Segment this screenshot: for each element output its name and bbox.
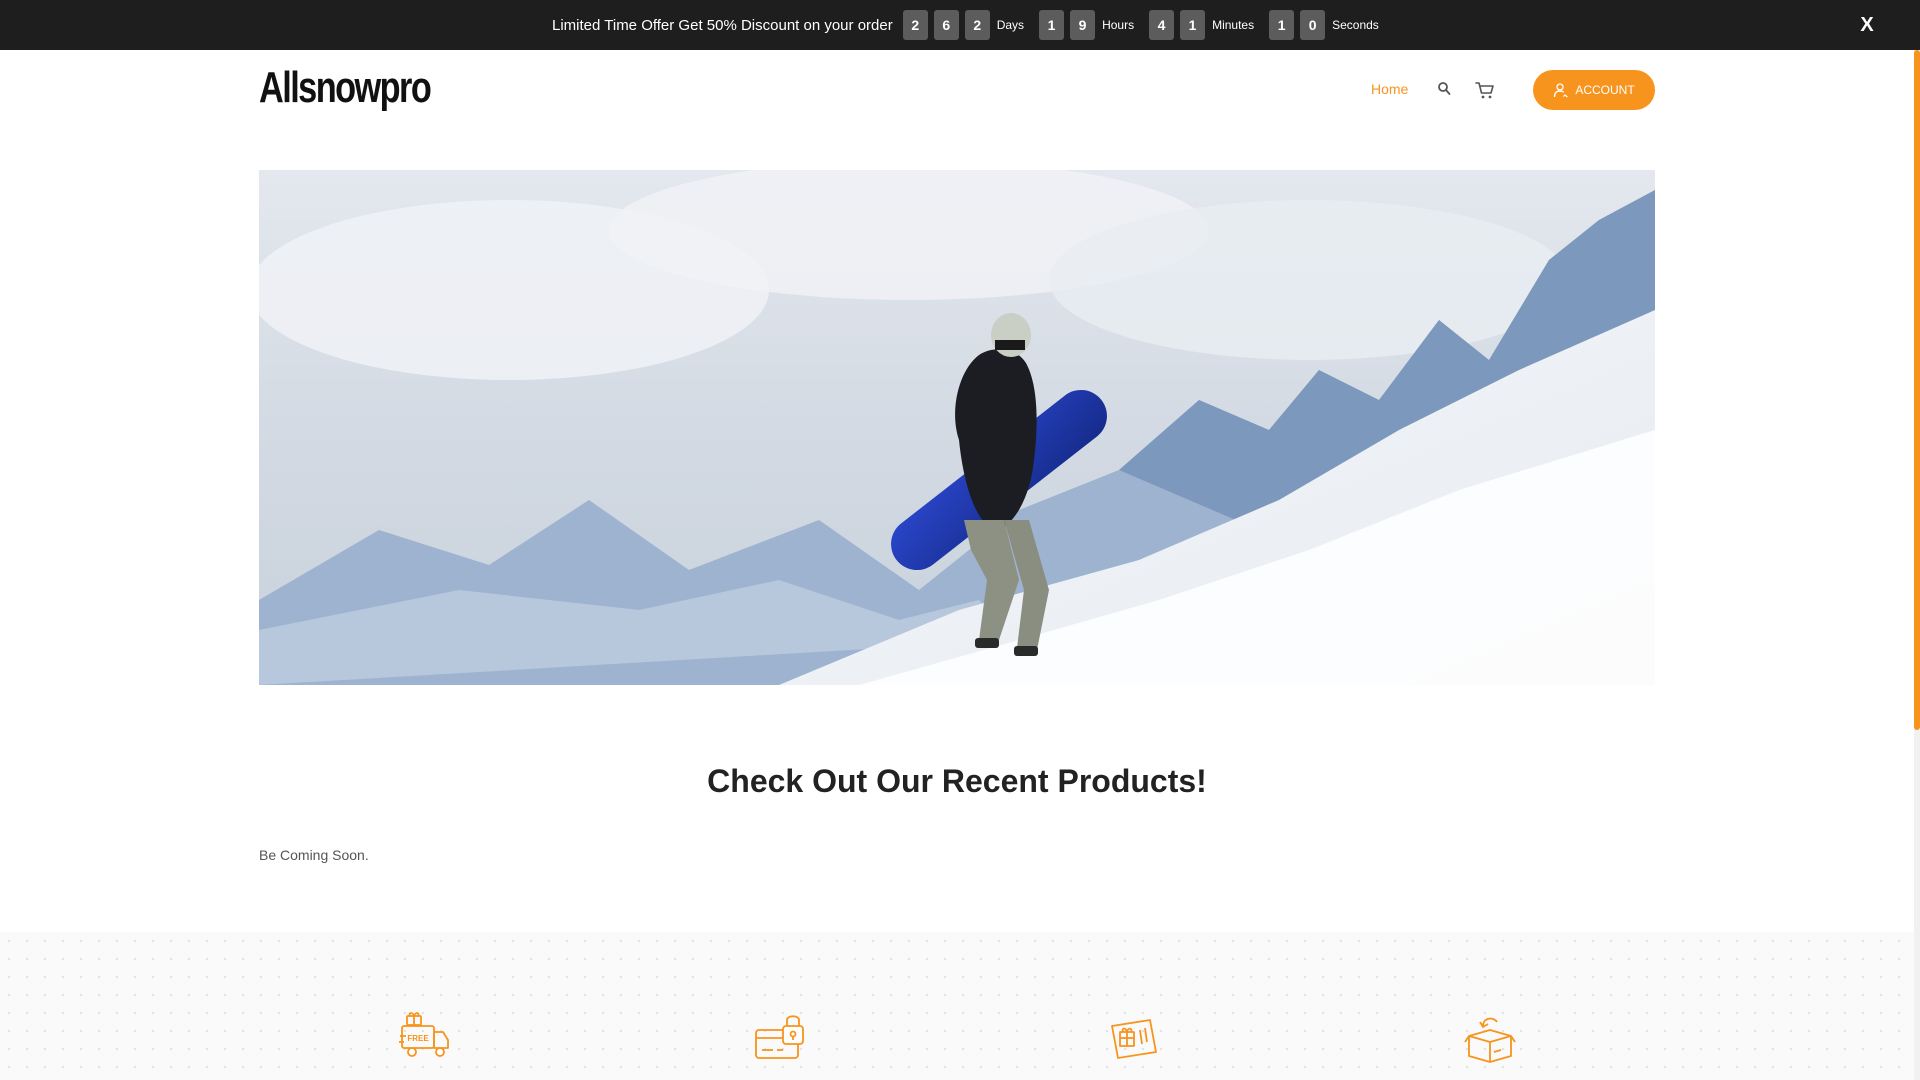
gift-card-icon bbox=[1108, 1012, 1162, 1064]
countdown-digit: 9 bbox=[1070, 10, 1096, 40]
promo-close-button[interactable]: X bbox=[1856, 12, 1878, 38]
countdown-digit: 1 bbox=[1180, 10, 1206, 40]
promo-countdown: Limited Time Offer Get 50% Discount on y… bbox=[552, 10, 1394, 40]
countdown-digit: 4 bbox=[1149, 10, 1175, 40]
user-icon bbox=[1554, 83, 1569, 98]
coming-soon-text: Be Coming Soon. bbox=[259, 847, 369, 863]
section-title: Check Out Our Recent Products! bbox=[707, 763, 1207, 799]
countdown-digit: 0 bbox=[1300, 10, 1326, 40]
cart-icon[interactable] bbox=[1474, 79, 1496, 101]
site-logo[interactable]: Allsnowpro bbox=[259, 66, 432, 110]
search-icon[interactable] bbox=[1437, 81, 1451, 97]
easy-returns-box-icon bbox=[1463, 1012, 1517, 1064]
countdown-digit: 6 bbox=[933, 10, 959, 40]
page-scrollbar[interactable] bbox=[1914, 50, 1920, 1080]
free-badge-text: FREE bbox=[407, 1034, 429, 1043]
countdown-digit: 2 bbox=[902, 10, 928, 40]
countdown-hours-label: Hours bbox=[1102, 18, 1135, 32]
nav-home-link[interactable]: Home bbox=[1371, 81, 1408, 97]
hero-image bbox=[259, 170, 1655, 685]
features-strip bbox=[0, 932, 1915, 1080]
promo-text: Limited Time Offer Get 50% Discount on y… bbox=[552, 16, 893, 34]
account-button[interactable]: ACCOUNT bbox=[1533, 70, 1655, 110]
scrollbar-thumb[interactable] bbox=[1914, 50, 1920, 730]
countdown-digit: 2 bbox=[964, 10, 990, 40]
countdown-days-label: Days bbox=[996, 18, 1025, 32]
countdown-seconds-label: Seconds bbox=[1332, 18, 1379, 32]
secure-payment-card-icon bbox=[753, 1012, 807, 1064]
free-shipping-truck-icon: FREE bbox=[398, 1012, 452, 1064]
countdown-minutes-label: Minutes bbox=[1212, 18, 1255, 32]
account-button-label: ACCOUNT bbox=[1575, 83, 1635, 97]
countdown-digit: 1 bbox=[1039, 10, 1065, 40]
promo-bar: Limited Time Offer Get 50% Discount on y… bbox=[0, 0, 1920, 50]
countdown-digit: 1 bbox=[1269, 10, 1295, 40]
